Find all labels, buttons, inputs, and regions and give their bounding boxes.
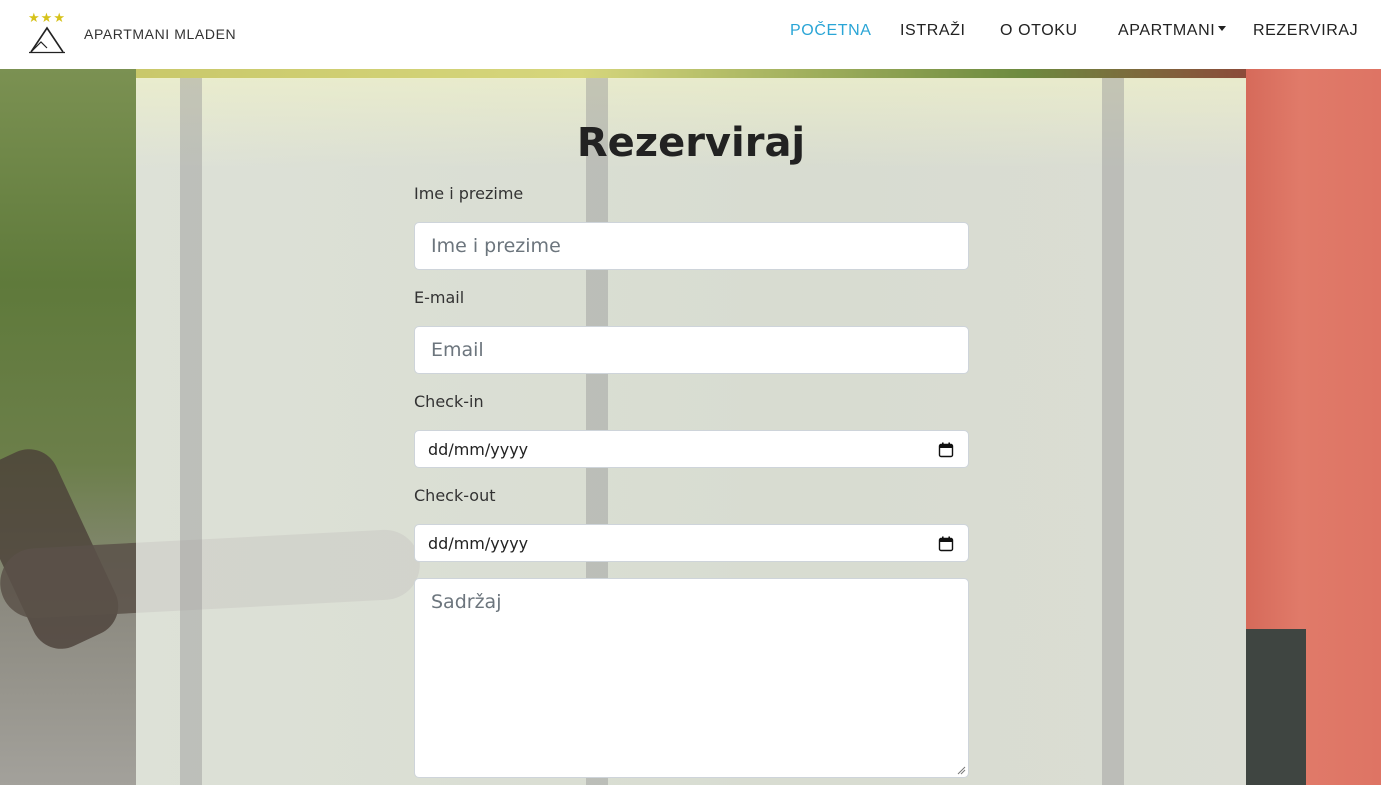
nav-rezerviraj[interactable]: REZERVIRAJ <box>1253 22 1358 40</box>
calendar-icon[interactable] <box>938 536 954 552</box>
email-input[interactable]: Email <box>414 326 969 374</box>
checkin-label: Check-in <box>414 392 484 411</box>
email-label: E-mail <box>414 288 465 307</box>
checkout-date-input[interactable]: dd/mm/yyyy <box>414 524 969 562</box>
brand-name: APARTMANI MLADEN <box>84 26 237 42</box>
checkin-date-value: dd/mm/yyyy <box>428 439 529 459</box>
navbar: ★★★ APARTMANI MLADEN POČETNA ISTRAŽI O O… <box>0 0 1381 69</box>
background-foliage <box>0 69 136 785</box>
stars-icon: ★★★ <box>28 11 66 26</box>
message-textarea[interactable]: Sadržaj <box>414 578 969 778</box>
calendar-icon[interactable] <box>938 442 954 458</box>
nav-o-otoku[interactable]: O OTOKU <box>1000 22 1078 40</box>
nav-apartmani-label: APARTMANI <box>1118 22 1216 39</box>
background-pole <box>1102 78 1124 785</box>
nav-pocetna[interactable]: POČETNA <box>790 22 872 40</box>
brand[interactable]: ★★★ APARTMANI MLADEN <box>24 12 236 56</box>
message-placeholder: Sadržaj <box>431 591 502 613</box>
page-title: Rezerviraj <box>576 120 806 166</box>
background-steps <box>1246 629 1306 785</box>
logo-mark-icon <box>29 26 65 54</box>
name-label: Ime i prezime <box>414 184 524 203</box>
caret-down-icon <box>1218 26 1227 32</box>
background-pole <box>180 78 202 785</box>
name-input[interactable]: Ime i prezime <box>414 222 969 270</box>
checkout-date-value: dd/mm/yyyy <box>428 533 529 553</box>
nav-apartmani-dropdown[interactable]: APARTMANI <box>1118 22 1227 40</box>
brand-logo: ★★★ <box>24 12 70 56</box>
resize-grip-icon[interactable] <box>957 766 966 775</box>
checkout-label: Check-out <box>414 486 496 505</box>
nav-istrazi[interactable]: ISTRAŽI <box>900 22 966 40</box>
checkin-date-input[interactable]: dd/mm/yyyy <box>414 430 969 468</box>
